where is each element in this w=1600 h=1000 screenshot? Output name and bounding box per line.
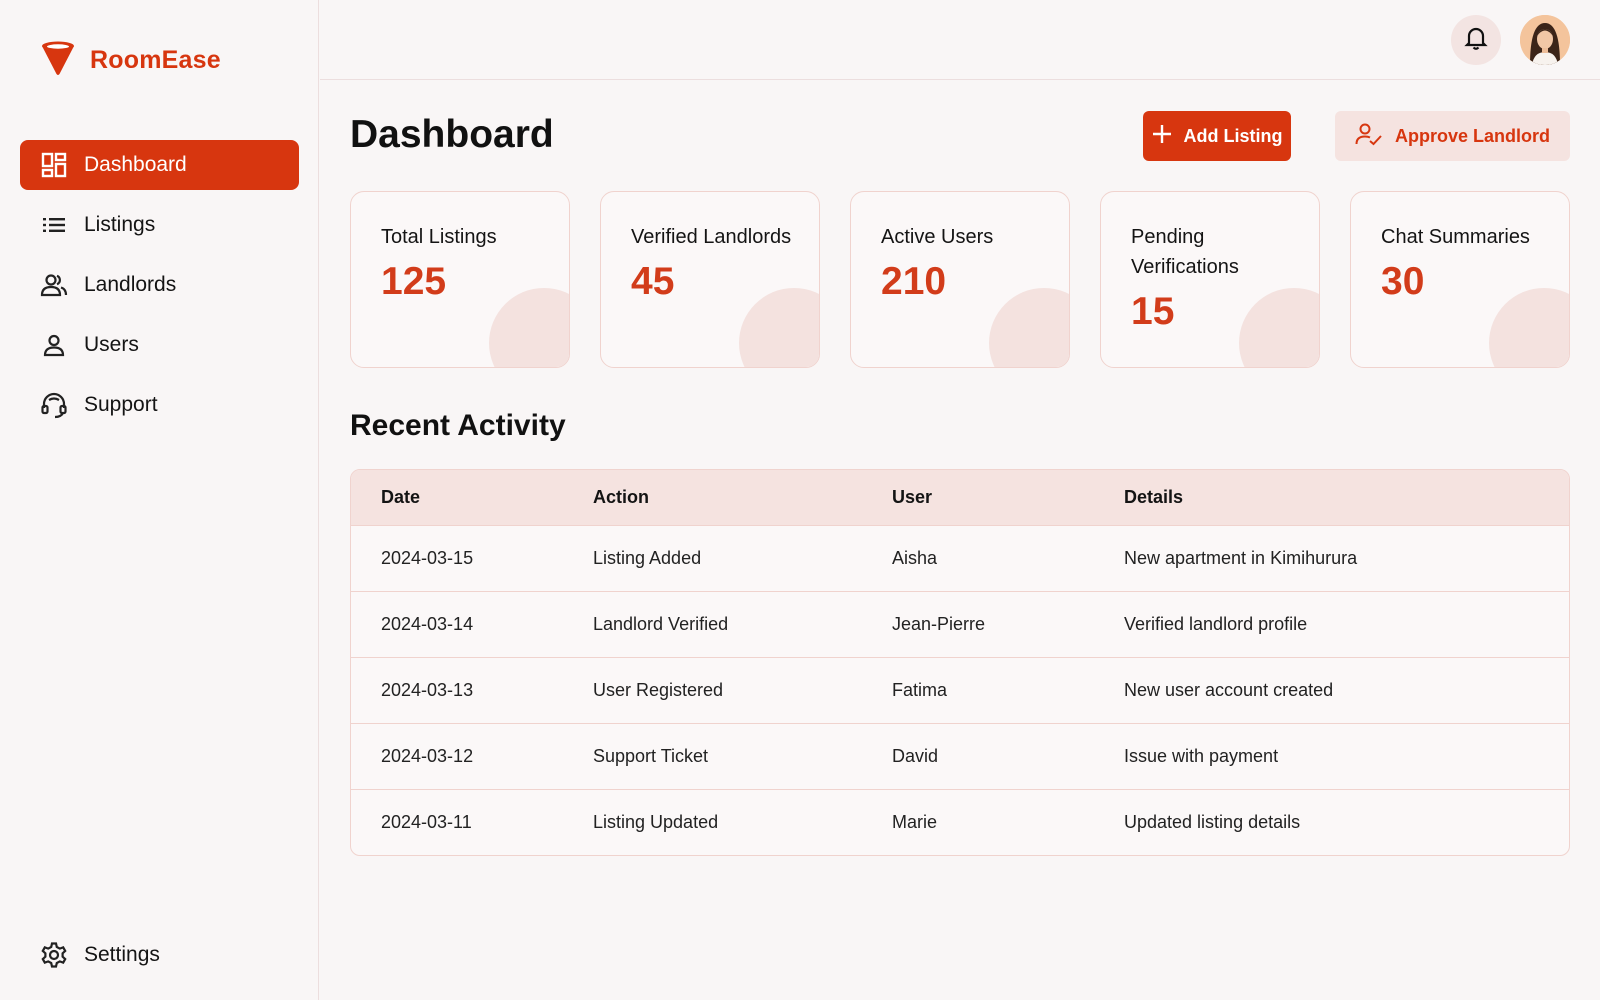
brand-name: RoomEase	[90, 45, 221, 74]
cell-date: 2024-03-14	[381, 614, 474, 634]
list-icon	[40, 211, 68, 239]
sidebar-item-label: Dashboard	[84, 153, 187, 176]
add-listing-label: Add Listing	[1183, 125, 1283, 146]
top-bar	[320, 0, 1600, 80]
cell-details: Issue with payment	[1124, 746, 1279, 766]
plus-icon	[1152, 124, 1172, 149]
cell-user: Jean-Pierre	[892, 614, 986, 634]
stat-label: Total Listings	[381, 226, 497, 248]
column-header-user[interactable]: User	[892, 487, 1124, 508]
sidebar-item-label: Landlords	[84, 273, 177, 296]
table-header: Date Action User Details	[351, 470, 1569, 525]
cell-action: Landlord Verified	[593, 614, 729, 634]
cell-action: User Registered	[593, 680, 724, 700]
cell-date: 2024-03-12	[381, 746, 474, 766]
cell-details: New user account created	[1124, 680, 1334, 700]
approve-landlord-label: Approve Landlord	[1394, 125, 1550, 146]
users-icon	[40, 271, 68, 299]
cell-action: Support Ticket	[593, 746, 709, 766]
sidebar-item-listings[interactable]: Listings	[20, 200, 299, 250]
sidebar-item-label: Support	[84, 393, 158, 416]
bell-icon	[1464, 25, 1488, 56]
cell-action: Listing Added	[593, 548, 702, 568]
stat-card-verified-landlords[interactable]: Verified Landlords 45	[600, 191, 820, 368]
stat-card-pending-verifications[interactable]: Pending Verifications 15	[1100, 191, 1320, 368]
table-row[interactable]: 2024-03-12 Support Ticket David Issue wi…	[351, 723, 1569, 789]
page-title: Dashboard	[350, 113, 554, 156]
sidebar-item-label: Listings	[84, 213, 156, 236]
sidebar: RoomEase Dashboard Listings Landlords Us…	[0, 0, 319, 1000]
column-header-details[interactable]: Details	[1124, 487, 1569, 508]
table-row[interactable]: 2024-03-11 Listing Updated Marie Updated…	[351, 789, 1569, 855]
avatar[interactable]	[1520, 15, 1570, 65]
column-header-action[interactable]: Action	[593, 487, 892, 508]
table-row[interactable]: 2024-03-13 User Registered Fatima New us…	[351, 657, 1569, 723]
stat-cards: Total Listings 125 Verified Landlords 45…	[350, 191, 1570, 368]
sidebar-item-label: Users	[84, 333, 139, 356]
cell-date: 2024-03-13	[381, 680, 474, 700]
stat-card-chat-summaries[interactable]: Chat Summaries 30	[1350, 191, 1570, 368]
logo-icon	[40, 40, 76, 81]
stat-card-total-listings[interactable]: Total Listings 125	[350, 191, 570, 368]
cell-details: New apartment in Kimihurura	[1124, 548, 1358, 568]
cell-date: 2024-03-11	[381, 812, 472, 832]
recent-activity-table: Date Action User Details 2024-03-15 List…	[350, 469, 1570, 856]
settings-section: Settings	[20, 930, 299, 990]
stat-card-active-users[interactable]: Active Users 210	[850, 191, 1070, 368]
approve-landlord-button[interactable]: Approve Landlord	[1335, 111, 1570, 161]
sidebar-item-settings[interactable]: Settings	[20, 930, 299, 980]
cell-details: Updated listing details	[1124, 812, 1301, 832]
stat-label: Active Users	[881, 226, 994, 248]
sidebar-item-label: Settings	[84, 943, 160, 966]
stat-label: Verified Landlords	[631, 226, 792, 248]
cell-date: 2024-03-15	[381, 548, 474, 568]
stat-label: Chat Summaries	[1381, 226, 1530, 248]
dashboard-icon	[40, 151, 68, 179]
notifications-button[interactable]	[1451, 15, 1501, 65]
headset-icon	[40, 391, 68, 419]
cell-user: Aisha	[892, 548, 938, 568]
table-row[interactable]: 2024-03-14 Landlord Verified Jean-Pierre…	[351, 591, 1569, 657]
brand[interactable]: RoomEase	[40, 40, 221, 80]
add-listing-button[interactable]: Add Listing	[1143, 111, 1291, 161]
cell-details: Verified landlord profile	[1124, 614, 1308, 634]
cell-user: Fatima	[892, 680, 948, 700]
recent-activity-title: Recent Activity	[350, 409, 566, 442]
sidebar-nav: Dashboard Listings Landlords Users Suppo…	[20, 140, 299, 440]
user-icon	[40, 331, 68, 359]
table-row[interactable]: 2024-03-15 Listing Added Aisha New apart…	[351, 525, 1569, 591]
cell-user: David	[892, 746, 939, 766]
sidebar-item-landlords[interactable]: Landlords	[20, 260, 299, 310]
cell-action: Listing Updated	[593, 812, 719, 832]
cell-user: Marie	[892, 812, 938, 832]
app: RoomEase Dashboard Listings Landlords Us…	[0, 0, 1600, 1000]
sidebar-item-users[interactable]: Users	[20, 320, 299, 370]
sidebar-item-support[interactable]: Support	[20, 380, 299, 430]
user-check-icon	[1355, 122, 1383, 151]
gear-icon	[40, 941, 68, 969]
column-header-date[interactable]: Date	[351, 487, 593, 508]
sidebar-item-dashboard[interactable]: Dashboard	[20, 140, 299, 190]
stat-label: Pending Verifications	[1131, 226, 1239, 278]
